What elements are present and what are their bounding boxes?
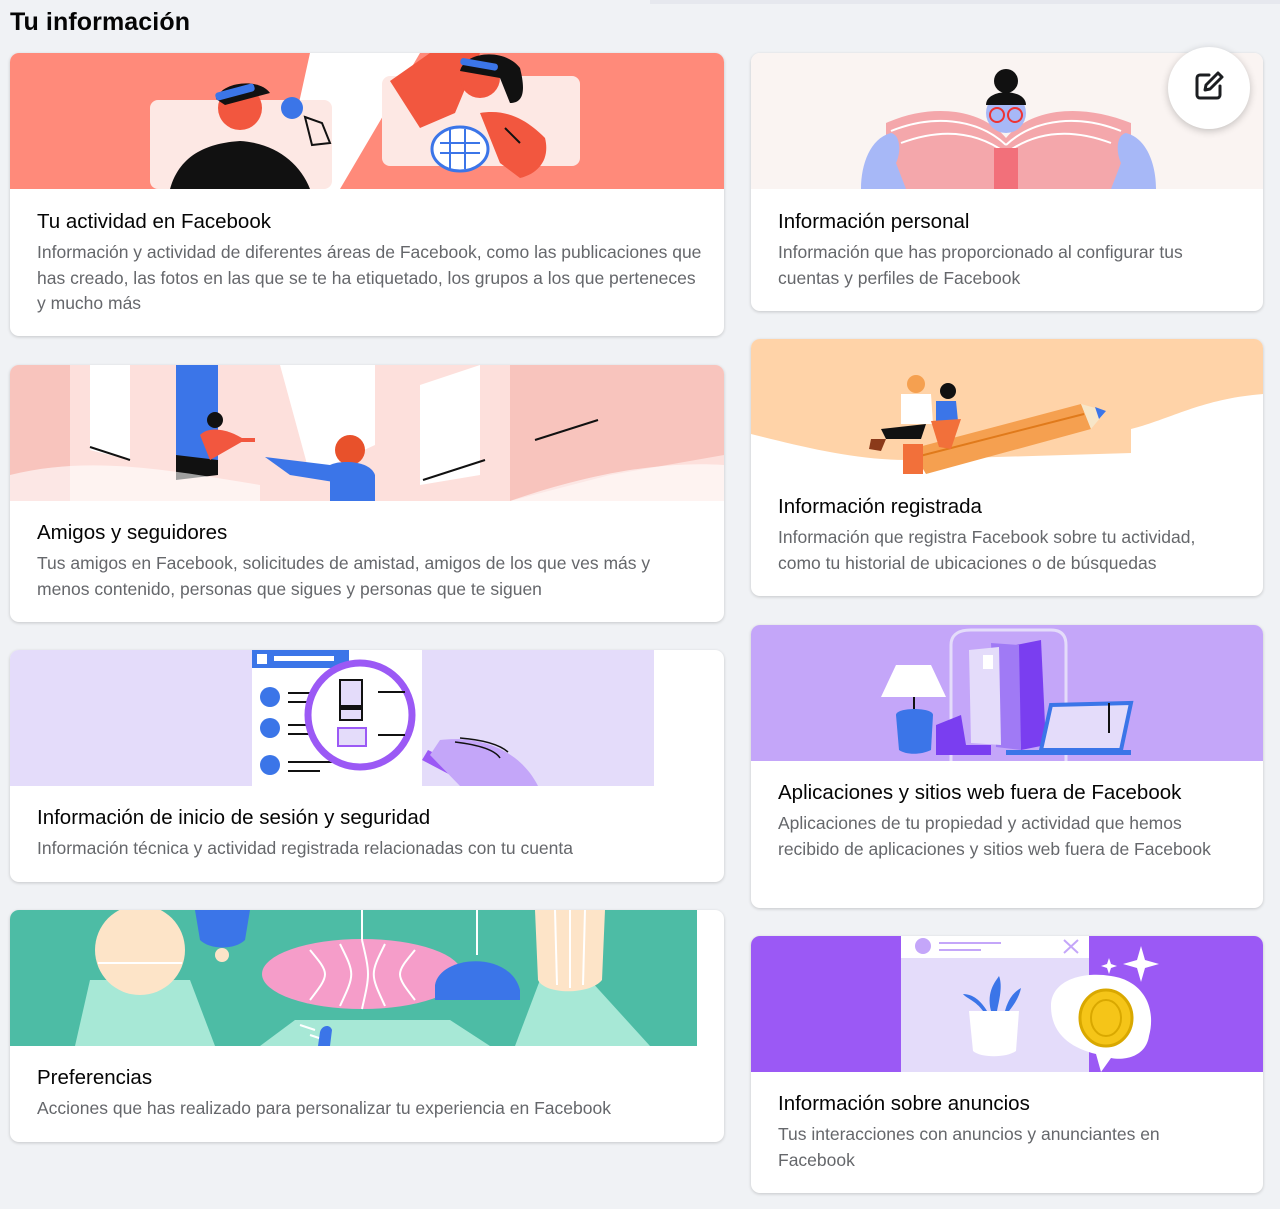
card-description: Información y actividad de diferentes ár… bbox=[37, 242, 702, 313]
preferences-illustration bbox=[10, 910, 697, 1046]
card-friends-followers[interactable]: Amigos y seguidores Tus amigos en Facebo… bbox=[10, 365, 724, 622]
friends-illustration bbox=[10, 365, 724, 501]
card-title: Preferencias bbox=[37, 1066, 153, 1089]
card-title: Tu actividad en Facebook bbox=[37, 210, 271, 233]
card-title: Información registrada bbox=[778, 495, 982, 518]
card-description: Información técnica y actividad registra… bbox=[37, 838, 573, 858]
card-description: Información que registra Facebook sobre … bbox=[778, 527, 1196, 573]
activity-illustration bbox=[10, 53, 724, 189]
card-description: Información que has proporcionado al con… bbox=[778, 242, 1183, 288]
compose-edit-button[interactable] bbox=[1168, 47, 1250, 129]
card-login-security[interactable]: Información de inicio de sesión y seguri… bbox=[10, 650, 724, 882]
card-description: Tus amigos en Facebook, solicitudes de a… bbox=[37, 553, 651, 599]
card-title: Información personal bbox=[778, 210, 970, 233]
card-title: Aplicaciones y sitios web fuera de Faceb… bbox=[778, 781, 1182, 804]
logged-illustration bbox=[751, 339, 1263, 475]
card-logged-info[interactable]: Información registrada Información que r… bbox=[751, 339, 1263, 596]
card-title: Información de inicio de sesión y seguri… bbox=[37, 806, 431, 829]
card-description: Aplicaciones de tu propiedad y actividad… bbox=[778, 813, 1211, 859]
card-title: Amigos y seguidores bbox=[37, 521, 228, 544]
login-illustration bbox=[10, 650, 654, 786]
compose-edit-icon bbox=[1192, 69, 1226, 108]
card-title: Información sobre anuncios bbox=[778, 1092, 1030, 1115]
top-divider bbox=[650, 0, 1280, 4]
card-description: Tus interacciones con anuncios y anuncia… bbox=[778, 1124, 1160, 1170]
card-description: Acciones que has realizado para personal… bbox=[37, 1098, 611, 1118]
offsite-illustration bbox=[751, 625, 1263, 761]
card-your-activity[interactable]: Tu actividad en Facebook Información y a… bbox=[10, 53, 724, 336]
card-preferences[interactable]: Preferencias Acciones que has realizado … bbox=[10, 910, 724, 1142]
ads-illustration bbox=[751, 936, 1263, 1072]
card-ads-info[interactable]: Información sobre anuncios Tus interacci… bbox=[751, 936, 1263, 1193]
page-title: Tu información bbox=[10, 8, 191, 36]
card-off-facebook-activity[interactable]: Aplicaciones y sitios web fuera de Faceb… bbox=[751, 625, 1263, 908]
